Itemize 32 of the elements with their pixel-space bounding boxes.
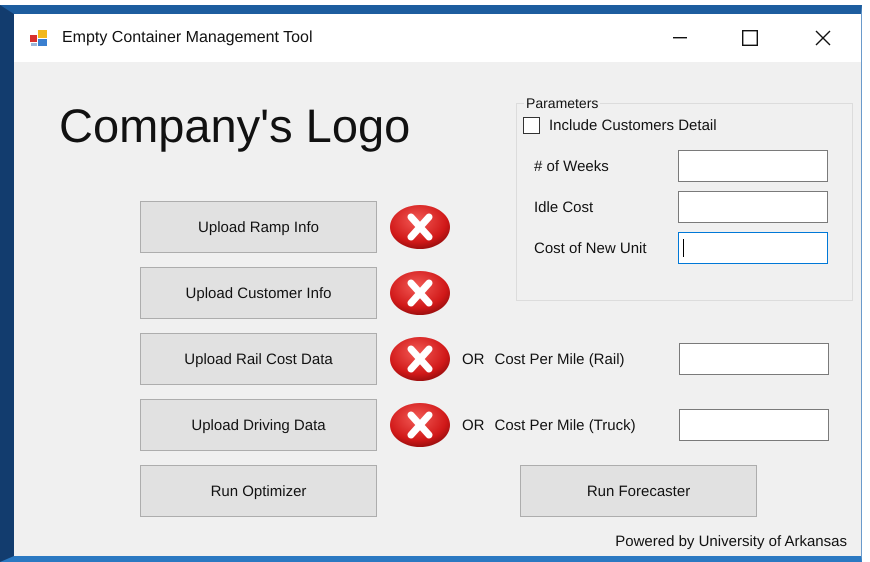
minimize-icon [673, 37, 687, 39]
input-field[interactable] [678, 150, 828, 182]
error-icon [389, 204, 451, 250]
logo-text: Company's Logo [58, 98, 412, 154]
field-label: # of Weeks [533, 158, 610, 174]
run-optimizer-button[interactable]: Run Optimizer [140, 465, 377, 517]
window-title: Empty Container Management Tool [62, 29, 313, 47]
field-label: Cost Per Mile (Rail) [494, 350, 625, 368]
checkbox-label: Include Customers Detail [549, 117, 717, 134]
app-icon [30, 30, 48, 46]
upload-button[interactable]: Upload Customer Info [140, 267, 377, 319]
field-label: Cost of New Unit [533, 240, 648, 256]
input-field[interactable] [678, 232, 828, 264]
or-label: OR [462, 416, 484, 434]
field-label: Cost Per Mile (Truck) [494, 416, 636, 434]
error-icon [389, 336, 451, 382]
group-title: Parameters [525, 95, 600, 111]
close-icon [815, 30, 831, 46]
error-icon [389, 402, 451, 448]
or-label: OR [462, 350, 484, 368]
error-icon [389, 270, 451, 316]
footer-text: Powered by University of Arkansas [615, 533, 847, 550]
upload-button[interactable]: Upload Ramp Info [140, 201, 377, 253]
input-field[interactable] [678, 191, 828, 223]
input-field[interactable] [679, 409, 829, 441]
field-label: Idle Cost [533, 198, 594, 216]
maximize-icon [742, 30, 758, 46]
upload-button[interactable]: Upload Rail Cost Data [140, 333, 377, 385]
checkbox[interactable] [523, 117, 540, 134]
run-forecaster-button[interactable]: Run Forecaster [520, 465, 757, 517]
input-field[interactable] [679, 343, 829, 375]
upload-button[interactable]: Upload Driving Data [140, 399, 377, 451]
